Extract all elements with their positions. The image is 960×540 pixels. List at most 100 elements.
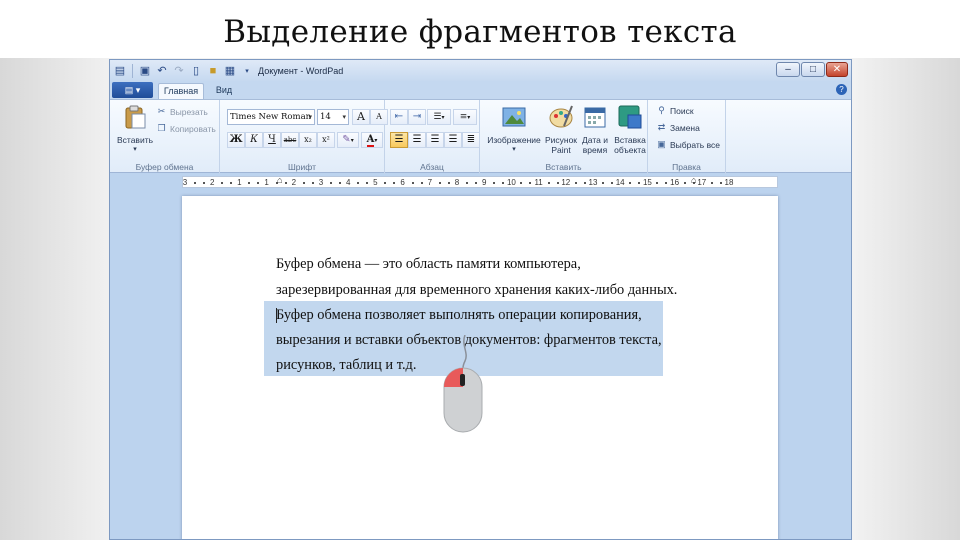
chevron-down-icon: ▾: [342, 113, 346, 121]
document-line[interactable]: зарезервированная для временного хранени…: [276, 282, 677, 299]
ruler-number: 8: [454, 178, 460, 187]
ruler-tick: [248, 182, 251, 184]
paste-button[interactable]: Вставить ▾: [115, 104, 155, 155]
maximize-button[interactable]: □: [801, 62, 825, 77]
decrease-indent-icon: ⇤: [394, 111, 404, 122]
help-icon[interactable]: ?: [836, 84, 847, 95]
strikethrough-button[interactable]: abc: [281, 132, 299, 148]
window-controls: – □ ✕: [776, 62, 848, 77]
new-document-icon[interactable]: ▯: [189, 64, 203, 78]
wordpad-window: ▤ ▣ ↶ ↷ ▯ ■ ▦ ▾ Документ - WordPad – □ ✕…: [109, 59, 852, 540]
date-time-label-2: время: [582, 145, 608, 155]
copy-button[interactable]: ❐ Копировать: [156, 123, 215, 134]
increase-indent-button[interactable]: ⇥: [408, 109, 426, 125]
select-all-label: Выбрать все: [670, 139, 720, 150]
justify-icon: ☰: [448, 134, 458, 145]
ruler-number: 2: [291, 178, 297, 187]
ruler-tick: [230, 182, 233, 184]
font-family-select[interactable]: Times New Roman ▾: [227, 109, 315, 125]
clipboard-group: Вставить ▾ ✂ Вырезать ❐ Копировать Буфер…: [110, 100, 220, 174]
decrease-indent-button[interactable]: ⇤: [390, 109, 408, 125]
bullets-button[interactable]: ☰▾: [427, 109, 451, 125]
font-color-button[interactable]: A▾: [361, 132, 383, 148]
date-time-button[interactable]: Дата и время: [578, 104, 612, 155]
replace-button[interactable]: ⇄ Замена: [656, 122, 700, 133]
ruler-number: 17: [697, 178, 707, 187]
ruler-tick: [447, 182, 450, 184]
customize-qat-icon[interactable]: ▾: [240, 64, 254, 78]
superscript-button[interactable]: x²: [317, 132, 335, 148]
ruler[interactable]: 3 2 1 1 2 3 4 5 6 7 8 9 10 11 12 13 14 15 16 17 18 ⌂ ⌂: [110, 174, 851, 190]
selected-line[interactable]: Буфер обмена позволяет выполнять операци…: [276, 307, 642, 324]
find-button[interactable]: ⚲ Поиск: [656, 105, 693, 116]
ribbon-tabs: ▤ ▾ Главная Вид ?: [110, 81, 851, 99]
ruler-tick: [438, 182, 441, 184]
document-line[interactable]: Буфер обмена — это область памяти компью…: [276, 256, 581, 273]
ruler-strip[interactable]: 3 2 1 1 2 3 4 5 6 7 8 9 10 11 12 13 14 15 16 17 18 ⌂ ⌂: [182, 175, 778, 188]
minimize-button[interactable]: –: [776, 62, 800, 77]
text-caret: [276, 308, 277, 323]
bullet-list-icon: ☰: [433, 112, 442, 122]
right-indent-marker[interactable]: ⌂: [691, 175, 696, 185]
font-size-select[interactable]: 14 ▾: [317, 109, 349, 125]
ruler-tick: [366, 182, 369, 184]
align-center-button[interactable]: ☰: [408, 132, 426, 148]
ruler-tick: [465, 182, 468, 184]
binoculars-icon: ⚲: [658, 105, 665, 115]
close-button[interactable]: ✕: [826, 62, 848, 77]
tab-home[interactable]: Главная: [158, 83, 204, 99]
replace-icon: ⇄: [657, 122, 666, 132]
line-spacing-button[interactable]: ≡▾: [453, 109, 477, 125]
window-title: Документ - WordPad: [258, 65, 344, 76]
tab-view[interactable]: Вид: [211, 83, 237, 99]
open-folder-icon[interactable]: ■: [206, 64, 220, 78]
subscript-button[interactable]: x₂: [299, 132, 317, 148]
ruler-number: 16: [670, 178, 680, 187]
paint-palette-icon: [549, 105, 573, 128]
calendar-icon: [584, 107, 606, 128]
align-left-button[interactable]: ☰: [390, 132, 408, 148]
paragraph-settings-button[interactable]: ≣: [462, 132, 480, 148]
ruler-tick: [610, 182, 613, 184]
ruler-tick: [384, 182, 387, 184]
font-family-value: Times New Roman: [230, 112, 312, 122]
justify-button[interactable]: ☰: [444, 132, 462, 148]
chevron-down-icon: ▾: [308, 113, 312, 121]
paint-label-2: Paint: [551, 145, 571, 155]
insert-object-button[interactable]: Вставка объекта: [612, 104, 648, 155]
ruler-tick: [683, 182, 686, 184]
ruler-number: 1: [237, 178, 242, 187]
ruler-number: 6: [400, 178, 405, 187]
selected-line[interactable]: рисунков, таблиц и т.д.: [276, 357, 416, 374]
insert-object-label-1: Вставка: [614, 135, 646, 145]
ruler-tick: [193, 182, 196, 184]
ruler-tick: [665, 182, 668, 184]
paragraph-icon: ≣: [466, 134, 476, 145]
bold-button[interactable]: Ж: [227, 132, 245, 148]
ruler-tick: [502, 182, 505, 184]
align-left-icon: ☰: [394, 134, 404, 145]
left-indent-marker[interactable]: ⌂: [277, 175, 282, 185]
italic-button[interactable]: К: [245, 132, 263, 148]
highlight-button[interactable]: ✎▾: [337, 132, 359, 148]
save-icon[interactable]: ▣: [138, 64, 152, 78]
insert-object-label-2: объекта: [614, 145, 646, 155]
select-all-button[interactable]: ▣ Выбрать все: [656, 139, 720, 150]
wordpad-app-icon[interactable]: ▤: [113, 64, 127, 78]
undo-icon[interactable]: ↶: [155, 64, 169, 78]
cut-button[interactable]: ✂ Вырезать: [156, 106, 208, 117]
paint-drawing-button[interactable]: Рисунок Paint: [544, 104, 578, 155]
grow-font-button[interactable]: A: [352, 109, 370, 125]
insert-image-button[interactable]: Изображение ▾: [484, 104, 544, 155]
underline-button[interactable]: Ч: [263, 132, 281, 148]
print-icon[interactable]: ▦: [223, 64, 237, 78]
align-right-button[interactable]: ☰: [426, 132, 444, 148]
font-group: Times New Roman ▾ 14 ▾ A A Ж К Ч abc x₂ …: [220, 100, 388, 174]
replace-label: Замена: [670, 122, 700, 133]
insert-image-label: Изображение: [487, 135, 541, 145]
application-menu-button[interactable]: ▤ ▾: [112, 82, 153, 98]
redo-icon[interactable]: ↷: [172, 64, 186, 78]
ruler-tick: [411, 182, 414, 184]
ruler-tick: [284, 182, 287, 184]
increase-indent-icon: ⇥: [412, 111, 422, 122]
